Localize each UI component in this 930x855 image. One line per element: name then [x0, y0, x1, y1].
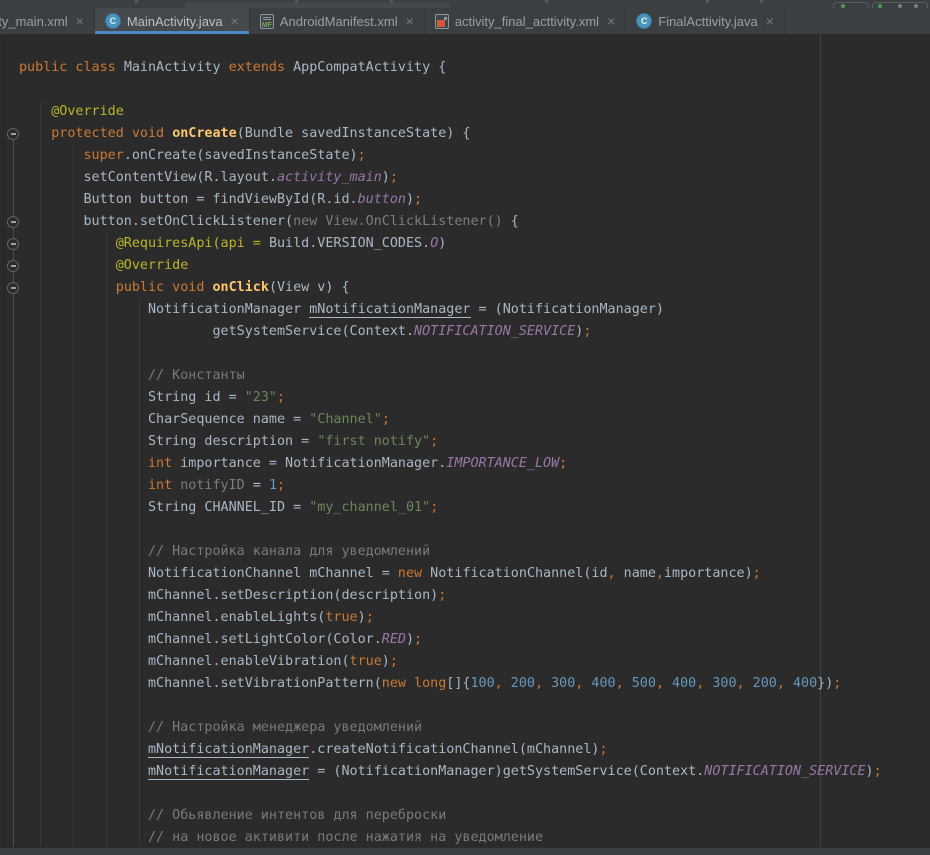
code-line[interactable]: Button button = findViewById(R.id.button…: [19, 189, 930, 211]
toolbar-decoration: [706, 0, 709, 3]
code-line[interactable]: getSystemService(Context.NOTIFICATION_SE…: [19, 321, 930, 343]
tab-label: activity_final_acttivity.xml: [455, 14, 599, 29]
tab-mainactivity-java[interactable]: C MainActivity.java ×: [95, 8, 250, 34]
code-line[interactable]: setContentView(R.layout.activity_main);: [19, 167, 930, 189]
code-line[interactable]: super.onCreate(savedInstanceState);: [19, 145, 930, 167]
code-editor[interactable]: public class MainActivity extends AppCom…: [0, 34, 930, 847]
code-line[interactable]: mChannel.setVibrationPattern(new long[]{…: [19, 673, 930, 695]
code-line[interactable]: // Настройка канала для уведомлений: [19, 541, 930, 563]
code-line[interactable]: NotificationManager mNotificationManager…: [19, 299, 930, 321]
toolbar-decoration: [135, 0, 138, 3]
toolbar-decoration: [545, 0, 548, 3]
code-area[interactable]: public class MainActivity extends AppCom…: [19, 57, 930, 849]
code-line[interactable]: [19, 519, 930, 541]
java-class-icon: C: [105, 13, 121, 29]
tab-label: ivity_main.xml: [0, 14, 68, 29]
code-line[interactable]: mChannel.setDescription(description);: [19, 585, 930, 607]
tab-ivity-main-xml[interactable]: ivity_main.xml ×: [0, 8, 95, 34]
fold-marker-icon[interactable]: [7, 128, 19, 140]
fold-marker-icon[interactable]: [7, 216, 19, 228]
code-line[interactable]: mNotificationManager = (NotificationMana…: [19, 761, 930, 783]
code-line[interactable]: [19, 343, 930, 365]
code-line[interactable]: [19, 79, 930, 101]
tab-label: MainActivity.java: [127, 14, 223, 29]
editor-gutter: [0, 34, 19, 847]
code-line[interactable]: [19, 695, 930, 717]
code-line[interactable]: mNotificationManager.createNotificationC…: [19, 739, 930, 761]
ide-window: ivity_main.xml × C MainActivity.java × MF Andr…: [0, 0, 930, 855]
close-icon[interactable]: ×: [766, 14, 774, 28]
close-icon[interactable]: ×: [607, 14, 615, 28]
toolbar-decoration: [295, 0, 298, 3]
java-class-icon: C: [636, 13, 652, 29]
code-line[interactable]: protected void onCreate(Bundle savedInst…: [19, 123, 930, 145]
code-line[interactable]: // Настройка менеджера уведомлений: [19, 717, 930, 739]
code-line[interactable]: String description = "first notify";: [19, 431, 930, 453]
code-line[interactable]: // Константы: [19, 365, 930, 387]
toolbar-decoration: [390, 0, 393, 3]
code-line[interactable]: NotificationChannel mChannel = new Notif…: [19, 563, 930, 585]
fold-marker-icon[interactable]: [7, 260, 19, 272]
code-line[interactable]: mChannel.setLightColor(Color.RED);: [19, 629, 930, 651]
code-line[interactable]: [19, 783, 930, 805]
tab-finalacttivity-java[interactable]: C FinalActtivity.java ×: [626, 8, 785, 34]
code-line[interactable]: int notifyID = 1;: [19, 475, 930, 497]
code-line[interactable]: public void onClick(View v) {: [19, 277, 930, 299]
main-toolbar: [0, 0, 930, 8]
code-line[interactable]: public class MainActivity extends AppCom…: [19, 57, 930, 79]
code-line[interactable]: @Override: [19, 255, 930, 277]
code-line[interactable]: button.setOnClickListener(new View.OnCli…: [19, 211, 930, 233]
tab-label: AndroidManifest.xml: [280, 14, 398, 29]
tab-androidmanifest-xml[interactable]: MF AndroidManifest.xml ×: [250, 8, 425, 34]
code-line[interactable]: @Override: [19, 101, 930, 123]
code-line[interactable]: @RequiresApi(api = Build.VERSION_CODES.O…: [19, 233, 930, 255]
code-line[interactable]: // Обьявление интентов для переброски: [19, 805, 930, 827]
code-line[interactable]: mChannel.enableVibration(true);: [19, 651, 930, 673]
fold-marker-icon[interactable]: [7, 238, 19, 250]
toolbar-decoration: [760, 0, 763, 3]
tab-activity-final-acttivity-xml[interactable]: activity_final_acttivity.xml ×: [425, 8, 626, 34]
tab-bar: ivity_main.xml × C MainActivity.java × MF Andr…: [0, 8, 930, 34]
manifest-file-icon: MF: [260, 14, 274, 29]
code-line[interactable]: // на новое активити после нажатия на ув…: [19, 827, 930, 849]
close-icon[interactable]: ×: [76, 14, 84, 28]
tool-window-bar: TODOProblemsTerminalLogcatBuildProfilerA…: [0, 847, 930, 855]
close-icon[interactable]: ×: [231, 14, 239, 28]
tab-label: FinalActtivity.java: [658, 14, 757, 29]
code-line[interactable]: String id = "23";: [19, 387, 930, 409]
code-line[interactable]: String CHANNEL_ID = "my_channel_01";: [19, 497, 930, 519]
layout-xml-icon: [435, 14, 449, 29]
code-line[interactable]: mChannel.enableLights(true);: [19, 607, 930, 629]
code-line[interactable]: int importance = NotificationManager.IMP…: [19, 453, 930, 475]
fold-marker-icon[interactable]: [7, 282, 19, 294]
code-line[interactable]: CharSequence name = "Channel";: [19, 409, 930, 431]
close-icon[interactable]: ×: [406, 14, 414, 28]
